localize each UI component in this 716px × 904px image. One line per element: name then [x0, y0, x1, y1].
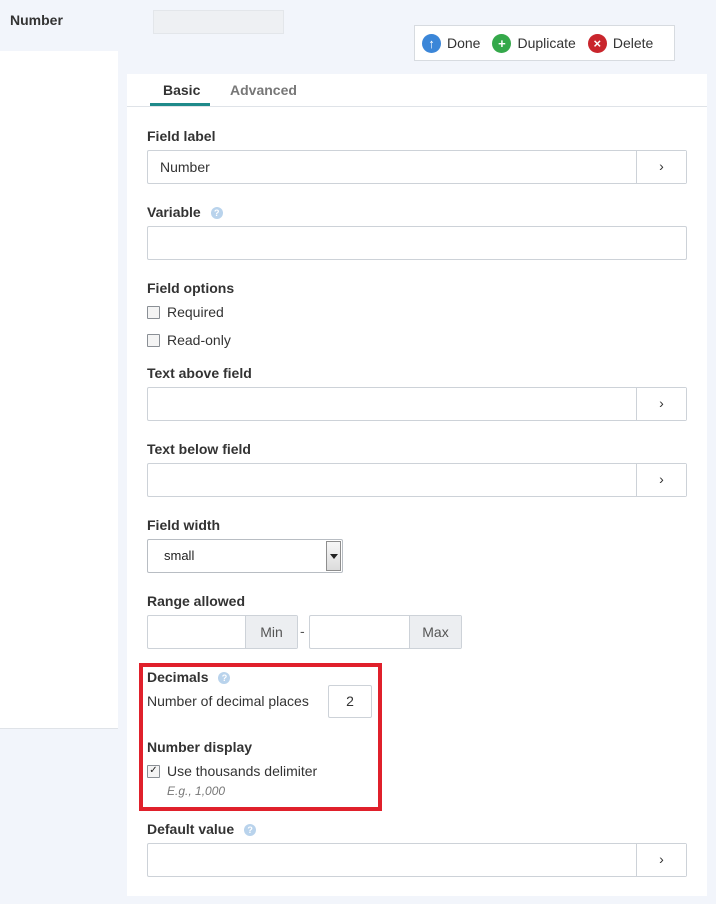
- read-only-checkbox[interactable]: [147, 333, 160, 347]
- field-width-selected: small: [164, 548, 195, 563]
- chevron-down-icon[interactable]: [326, 541, 341, 571]
- range-separator: -: [300, 623, 305, 639]
- decimal-places-input[interactable]: 2: [328, 685, 372, 718]
- variable-input[interactable]: [147, 226, 687, 260]
- required-label: Required: [167, 304, 224, 320]
- plus-circle-icon: +: [492, 33, 512, 53]
- tab-basic[interactable]: Basic: [163, 82, 200, 98]
- delete-label: Delete: [612, 35, 654, 51]
- field-width-heading: Field width: [147, 517, 221, 533]
- help-icon[interactable]: ?: [210, 207, 223, 219]
- help-icon[interactable]: ?: [218, 672, 231, 684]
- left-panel: [0, 51, 118, 729]
- range-max-group: Max: [309, 615, 462, 649]
- text-below-expand-button[interactable]: ›: [636, 464, 686, 496]
- thousands-delimiter-option[interactable]: ✓ Use thousands delimiter: [147, 763, 317, 779]
- required-checkbox[interactable]: [147, 305, 160, 319]
- field-width-select[interactable]: small: [147, 539, 343, 573]
- delete-button[interactable]: × Delete: [587, 33, 654, 53]
- done-label: Done: [447, 35, 481, 51]
- range-min-group: Min: [147, 615, 298, 649]
- read-only-label: Read-only: [167, 332, 231, 348]
- default-value-label: Default value: [147, 821, 235, 837]
- field-settings-panel: Basic Advanced Field label Number › Vari…: [127, 74, 707, 896]
- thousands-delimiter-hint: E.g., 1,000: [167, 784, 226, 798]
- default-value-expand-button[interactable]: ›: [636, 844, 686, 876]
- range-max-input[interactable]: [310, 616, 409, 648]
- duplicate-button[interactable]: + Duplicate: [492, 33, 576, 53]
- done-button[interactable]: ↑ Done: [422, 33, 481, 53]
- text-above-input[interactable]: ›: [147, 387, 687, 421]
- variable-label: Variable: [147, 204, 201, 220]
- action-toolbar: ↑ Done + Duplicate × Delete: [414, 25, 675, 61]
- variable-heading: Variable?: [147, 204, 223, 220]
- field-label-heading: Field label: [147, 128, 216, 144]
- thousands-delimiter-checkbox[interactable]: ✓: [147, 764, 160, 778]
- field-options-heading: Field options: [147, 280, 235, 296]
- decimals-label: Decimals: [147, 669, 209, 685]
- read-only-option[interactable]: Read-only: [147, 332, 231, 348]
- field-name-heading: Number: [10, 12, 63, 28]
- thousands-delimiter-label: Use thousands delimiter: [167, 763, 318, 779]
- range-max-addon: Max: [409, 616, 461, 648]
- range-min-addon: Min: [245, 616, 297, 648]
- required-option[interactable]: Required: [147, 304, 224, 320]
- decimal-places-label: Number of decimal places: [147, 693, 309, 709]
- tab-bar: Basic Advanced: [127, 74, 707, 107]
- field-preview-input[interactable]: [153, 10, 284, 34]
- text-below-heading: Text below field: [147, 441, 251, 457]
- help-icon[interactable]: ?: [244, 824, 257, 836]
- text-below-input[interactable]: ›: [147, 463, 687, 497]
- arrow-up-circle-icon: ↑: [422, 33, 441, 53]
- duplicate-label: Duplicate: [517, 35, 576, 51]
- close-circle-icon: ×: [587, 33, 607, 53]
- text-above-expand-button[interactable]: ›: [636, 388, 686, 420]
- field-label-input[interactable]: Number ›: [147, 150, 687, 184]
- active-tab-indicator: [150, 103, 210, 106]
- default-value-input[interactable]: ›: [147, 843, 687, 877]
- tab-advanced[interactable]: Advanced: [230, 82, 297, 98]
- decimals-heading: Decimals?: [147, 669, 231, 685]
- default-value-heading: Default value?: [147, 821, 257, 837]
- range-min-input[interactable]: [148, 616, 245, 648]
- range-allowed-heading: Range allowed: [147, 593, 246, 609]
- field-label-expand-button[interactable]: ›: [636, 151, 686, 183]
- text-above-heading: Text above field: [147, 365, 252, 381]
- field-label-value: Number: [160, 159, 210, 175]
- number-display-heading: Number display: [147, 739, 253, 755]
